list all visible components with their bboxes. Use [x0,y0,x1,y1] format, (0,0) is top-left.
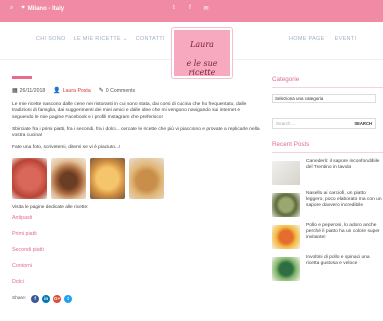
post-caption: Visita le pagine dedicate alle ricette: [12,204,89,210]
search-box[interactable]: Search ... SEARCH [272,118,376,129]
googleplus-icon[interactable]: G+ [53,294,62,303]
logo-line-2: e le sue ricette [186,59,218,77]
recent-post-title[interactable]: Nasello ai carciofi, un piatto leggero, … [306,191,383,209]
recent-posts-title: Recent Posts [272,141,310,148]
main-content: ▦ 26/11/2018 👤 Laura Posta ✎ 0 Comments … [12,76,260,321]
user-icon: 👤 [53,88,61,94]
category-link-contorni[interactable]: Contorni [12,263,260,269]
calendar-icon: ▦ [12,88,18,94]
twitter-icon[interactable]: t [170,5,178,12]
category-select[interactable]: Seleziona una categoria [272,94,376,103]
nav-item-eventi[interactable]: EVENTI [335,36,357,42]
recent-post[interactable]: Involtini di pollo e spinaci una ricetta… [272,255,383,281]
recent-post-title[interactable]: Canederli: il sapore inconfondibile del … [306,159,383,171]
post-comments-text[interactable]: 0 Comments [106,88,135,94]
recent-post-thumbnail[interactable] [272,193,300,217]
nav-item-le-mie-ricette[interactable]: LE MIE RICETTE ⌄ [74,36,128,42]
share-label: Share: [12,296,27,302]
recent-post-thumbnail[interactable] [272,225,300,249]
recent-posts-widget: Recent Posts Canederli: il sapore inconf… [272,141,383,281]
top-left: ⌕ ⌖ Milano - Italy [10,5,64,12]
post-date-text: 26/11/2018 [19,87,46,94]
nav-right: HOME PAGE EVENTI [289,36,356,42]
nav-left: CHI SONO LE MIE RICETTE ⌄ CONTATTI [36,36,165,42]
post-paragraph-1: Le mie ricette nascono dalle cene nei ri… [12,102,247,120]
nav-item-contatti[interactable]: CONTATTI [136,36,165,42]
main-nav: CHI SONO LE MIE RICETTE ⌄ CONTATTI HOME … [0,22,383,85]
recent-post-thumbnail[interactable] [272,257,300,281]
photo-3[interactable] [90,157,125,199]
location: ⌖ Milano - Italy [21,5,64,12]
post-paragraph-2: Sbirciate fra i primi piatti, fra i seco… [12,126,260,139]
category-link-primi-piatti[interactable]: Primi piatti [12,231,260,237]
search-icon[interactable]: ⌕ [10,5,13,12]
photo-gallery [12,157,260,199]
category-link-dolci[interactable]: Dolci [12,279,260,285]
search-input[interactable]: Search ... [276,121,296,126]
share-bar: Share: f in G+ t [12,294,260,303]
location-pin-icon: ⌖ [21,5,25,11]
recent-divider [272,152,383,153]
twitter-icon[interactable]: t [64,294,73,303]
sidebar-divider [272,87,383,88]
recent-post[interactable]: Pollo e peperoni, lo adoro anche perché … [272,223,383,249]
comment-icon: ✎ [98,88,104,94]
nav-item-chi-sono[interactable]: CHI SONO [36,36,66,42]
linkedin-icon[interactable]: in [42,294,51,303]
sidebar: Categorie Seleziona una categoria Search… [272,76,383,321]
post-author-text[interactable]: Laura Posta [63,88,91,94]
post-date: ▦ 26/11/2018 [12,87,46,95]
photo-4[interactable] [129,157,164,199]
post-meta: ▦ 26/11/2018 👤 Laura Posta ✎ 0 Comments [12,87,260,95]
facebook-icon[interactable]: f [186,5,194,12]
nav-item-home-page[interactable]: HOME PAGE [289,36,325,42]
category-link-antipasti[interactable]: Antipasti [12,215,260,221]
recent-post[interactable]: Nasello ai carciofi, un piatto leggero, … [272,191,383,217]
recent-post-title[interactable]: Pollo e peperoni, lo adoro anche perché … [306,223,383,241]
category-link-secondi-piatti[interactable]: Secondi piatti [12,247,260,253]
categorie-title: Categorie [272,76,300,83]
post-paragraph-3: Fate una foto, scrivetemi, ditemi se vi … [12,145,121,151]
post-author[interactable]: 👤 Laura Posta [53,87,91,95]
recent-post-thumbnail[interactable] [272,161,300,185]
photo-1[interactable] [12,157,47,199]
search-button[interactable]: SEARCH [354,121,372,126]
logo-line-1: Laura [190,40,214,49]
recent-post[interactable]: Canederli: il sapore inconfondibile del … [272,159,383,185]
category-select-value: Seleziona una categoria [275,96,324,101]
facebook-icon[interactable]: f [31,294,40,303]
location-label: Milano - Italy [27,5,65,12]
photo-2[interactable] [51,157,86,199]
site-logo[interactable]: Laura e le sue ricette home cooking with… [172,28,232,85]
email-icon[interactable]: ✉ [202,5,210,12]
top-bar: ⌕ ⌖ Milano - Italy t f ✉ [0,0,383,22]
post-comments[interactable]: ✎ 0 Comments [98,87,135,95]
top-social: t f ✉ [170,5,210,12]
post-title-bar [12,76,32,79]
recent-post-title[interactable]: Involtini di pollo e spinaci una ricetta… [306,255,383,267]
